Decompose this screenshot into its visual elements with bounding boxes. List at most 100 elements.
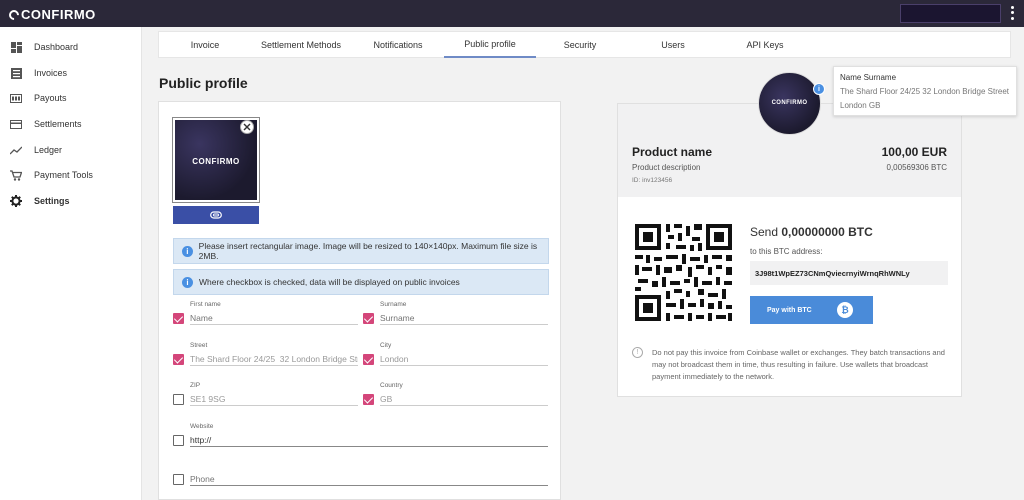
image-info-text: Please insert rectangular image. Image w… (198, 241, 538, 261)
surname-field: Surname (363, 301, 549, 331)
tab-api-keys[interactable]: API Keys (724, 32, 806, 58)
cart-icon (10, 169, 22, 181)
dashboard-icon (10, 41, 22, 53)
first-name-checkbox[interactable] (173, 313, 184, 324)
btc-address[interactable]: 3J98t1WpEZ73CNmQviecrnyiWrnqRhWNLy (750, 261, 948, 285)
tab-settlement-methods[interactable]: Settlement Methods (251, 32, 351, 58)
street-input[interactable] (190, 352, 358, 366)
surname-input[interactable] (380, 311, 548, 325)
merchant-avatar: CONFIRMO (758, 72, 821, 135)
sidebar-item-dashboard[interactable]: Dashboard (0, 36, 142, 58)
gear-icon (10, 195, 22, 207)
to-address-label: to this BTC address: (750, 247, 823, 256)
sidebar-item-label: Settlements (34, 119, 82, 129)
tab-users[interactable]: Users (631, 32, 715, 58)
city-field: City (363, 342, 549, 372)
sidebar-item-settlements[interactable]: Settlements (0, 113, 142, 135)
checkbox-info-box: i Where checkbox is checked, data will b… (173, 269, 549, 295)
upload-image-button[interactable] (173, 206, 259, 224)
country-label: Country (380, 382, 403, 389)
page-title: Public profile (159, 75, 248, 91)
pay-with-btc-button[interactable]: Pay with BTC ₿ (750, 296, 873, 324)
qr-code (632, 221, 735, 324)
country-input[interactable] (380, 392, 548, 406)
tab-public-profile[interactable]: Public profile (444, 32, 536, 58)
phone-checkbox[interactable] (173, 474, 184, 485)
more-menu-icon[interactable] (1006, 5, 1018, 21)
website-input[interactable] (190, 433, 548, 447)
surname-label: Surname (380, 301, 407, 308)
invoice-id: ID: inv123456 (632, 177, 673, 184)
product-description: Product description (632, 163, 701, 172)
zip-field: ZIP (173, 382, 359, 412)
first-name-label: First name (190, 301, 221, 308)
sidebar-item-payouts[interactable]: Payouts (0, 87, 142, 109)
merchant-info-tooltip: Name Surname The Shard Floor 24/25 32 Lo… (833, 66, 1017, 116)
settings-tabs: Invoice Settlement Methods Notifications… (158, 31, 1011, 58)
confirmo-logo-icon (6, 7, 22, 22)
zip-checkbox[interactable] (173, 394, 184, 405)
tab-security[interactable]: Security (544, 32, 616, 58)
phone-field (173, 462, 549, 492)
first-name-field: First name (173, 301, 359, 331)
merchant-name: Name Surname (840, 73, 897, 82)
sidebar-item-label: Ledger (34, 145, 63, 155)
sidebar-item-settings[interactable]: Settings (0, 190, 142, 212)
city-input[interactable] (380, 352, 548, 366)
invoice-preview: Product name 100,00 EUR Product descript… (617, 103, 962, 397)
country-checkbox[interactable] (363, 394, 374, 405)
brand-logo[interactable]: CONFIRMO (6, 7, 96, 22)
send-amount: 0,00000000 BTC (781, 225, 873, 239)
sidebar-item-ledger[interactable]: Ledger (0, 139, 142, 161)
street-checkbox[interactable] (173, 354, 184, 365)
surname-checkbox[interactable] (363, 313, 374, 324)
send-label: Send (750, 225, 779, 239)
first-name-input[interactable] (190, 311, 358, 325)
avatar-info-icon[interactable]: i (813, 83, 825, 95)
sidebar: Dashboard Invoices Payouts Settlements L… (0, 27, 142, 500)
sidebar-item-label: Dashboard (34, 42, 79, 52)
payouts-icon (10, 92, 22, 104)
zip-input[interactable] (190, 392, 358, 406)
info-icon: i (182, 276, 193, 288)
sidebar-item-label: Payment Tools (34, 170, 93, 180)
sidebar-item-label: Settings (34, 196, 70, 206)
street-label: Street (190, 342, 208, 349)
country-field: Country (363, 382, 549, 412)
avatar-logo-text: CONFIRMO (771, 100, 808, 106)
paperclip-icon (210, 211, 222, 219)
website-field: Website (173, 423, 549, 453)
warning-info-icon: ! (632, 347, 643, 358)
pay-button-label: Pay with BTC (767, 306, 812, 314)
coinbase-warning: Do not pay this invoice from Coinbase wa… (652, 348, 945, 381)
image-info-box: i Please insert rectangular image. Image… (173, 238, 549, 264)
city-checkbox[interactable] (363, 354, 374, 365)
send-amount-line: Send 0,00000000 BTC (750, 225, 873, 239)
info-icon: i (182, 245, 193, 257)
street-field: Street (173, 342, 359, 372)
close-icon (243, 123, 251, 131)
merchant-city: London GB (840, 101, 881, 110)
merchant-address: The Shard Floor 24/25 32 London Bridge S… (840, 87, 1009, 96)
profile-image-logo-text: CONFIRMO (192, 157, 240, 166)
bitcoin-icon: ₿ (837, 302, 853, 318)
city-label: City (380, 342, 392, 349)
account-selector[interactable] (900, 4, 1001, 23)
phone-input[interactable] (190, 472, 548, 486)
checkbox-info-text: Where checkbox is checked, data will be … (199, 277, 460, 287)
product-btc-amount: 0,00569306 BTC (886, 163, 948, 172)
brand-name: CONFIRMO (21, 7, 96, 22)
sidebar-item-label: Payouts (34, 93, 67, 103)
invoices-icon (10, 67, 22, 79)
remove-image-button[interactable] (240, 120, 254, 134)
website-checkbox[interactable] (173, 435, 184, 446)
settlements-icon (10, 118, 22, 130)
tab-invoice[interactable]: Invoice (167, 32, 243, 58)
sidebar-item-label: Invoices (34, 68, 68, 78)
sidebar-item-invoices[interactable]: Invoices (0, 62, 142, 84)
zip-label: ZIP (190, 382, 201, 389)
public-profile-form: CONFIRMO i Please insert rectangular ima… (158, 101, 561, 500)
sidebar-item-payment-tools[interactable]: Payment Tools (0, 164, 142, 186)
tab-notifications[interactable]: Notifications (359, 32, 437, 58)
product-name: Product name (632, 145, 713, 159)
